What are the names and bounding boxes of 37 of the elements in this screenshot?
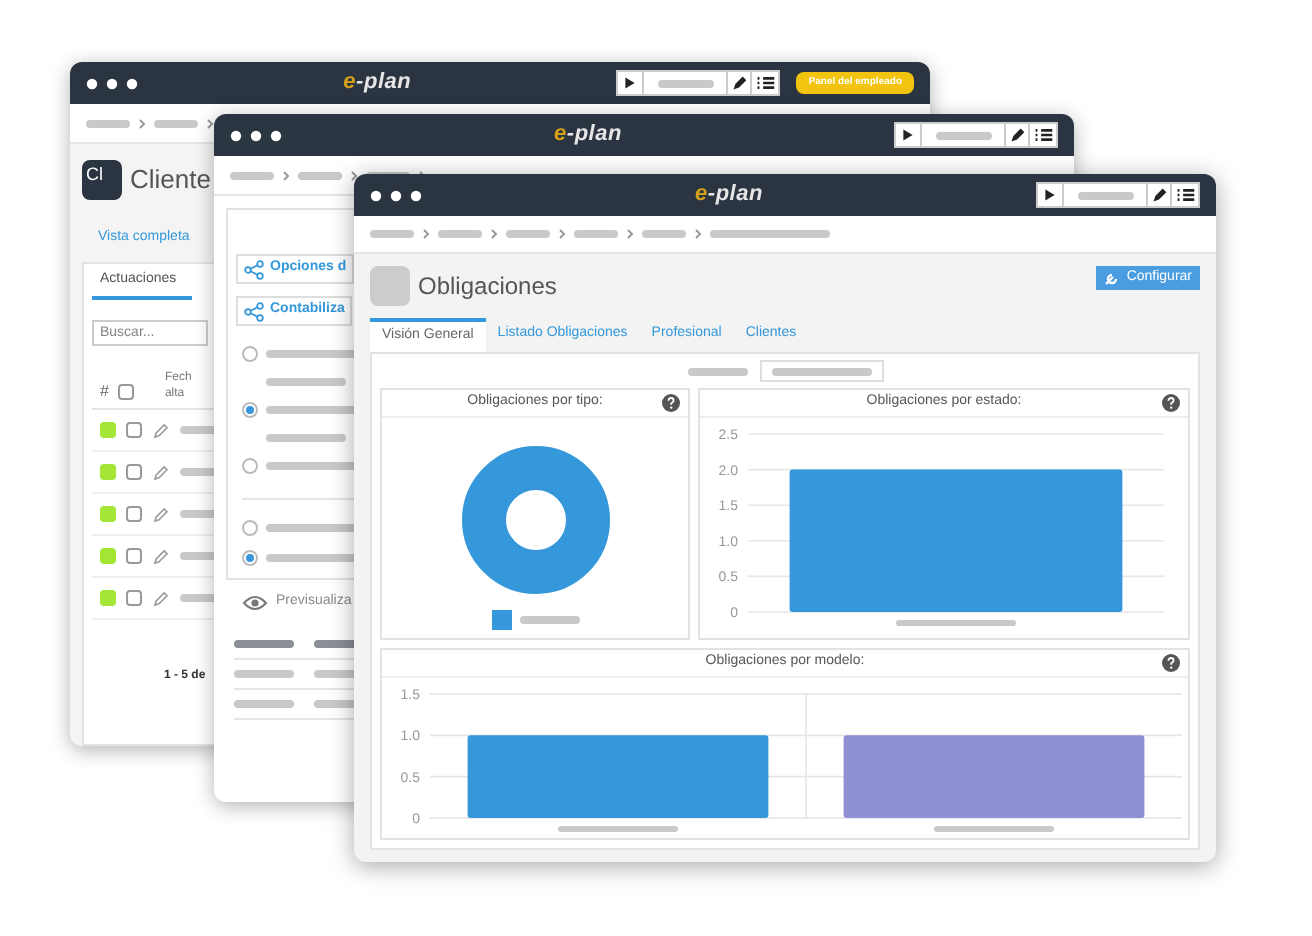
logo: e-plan [553,124,623,146]
list-icon[interactable] [1028,124,1056,146]
eye-icon [242,593,268,612]
radio-button[interactable] [242,520,258,536]
window-dots-icon [230,129,282,141]
radio-button[interactable] [242,346,258,362]
checkbox[interactable] [118,383,135,399]
legend-swatch [491,610,511,630]
logo: e-plan [343,72,412,94]
logo: e-plan [694,184,764,206]
pencil-icon[interactable] [1004,124,1028,146]
client-initials: Cl [82,160,122,200]
page-icon [370,266,410,306]
share-icon [244,301,264,321]
share-icon [244,259,264,279]
page-title: Obligaciones [418,270,559,304]
page-title: Cliente [130,162,211,199]
checkbox[interactable] [126,548,142,564]
list-icon[interactable] [750,72,779,94]
help-icon[interactable] [662,394,680,412]
list-icon[interactable] [1170,184,1198,206]
window-dots-icon [86,77,138,89]
radio-button[interactable] [242,402,258,418]
filter-field[interactable] [759,360,883,382]
radio-button[interactable] [242,458,258,474]
checkbox[interactable] [126,422,142,438]
radio-button[interactable] [242,550,258,566]
checkbox[interactable] [126,464,142,480]
checkbox[interactable] [126,590,142,606]
pencil-icon[interactable] [726,72,751,94]
help-icon[interactable] [1162,654,1180,672]
pencil-icon[interactable] [1146,184,1170,206]
help-icon[interactable] [1162,394,1180,412]
column-header: # [100,379,109,403]
window-dots-icon [370,189,422,201]
checkbox[interactable] [126,506,142,522]
wrench-icon [1104,270,1121,286]
